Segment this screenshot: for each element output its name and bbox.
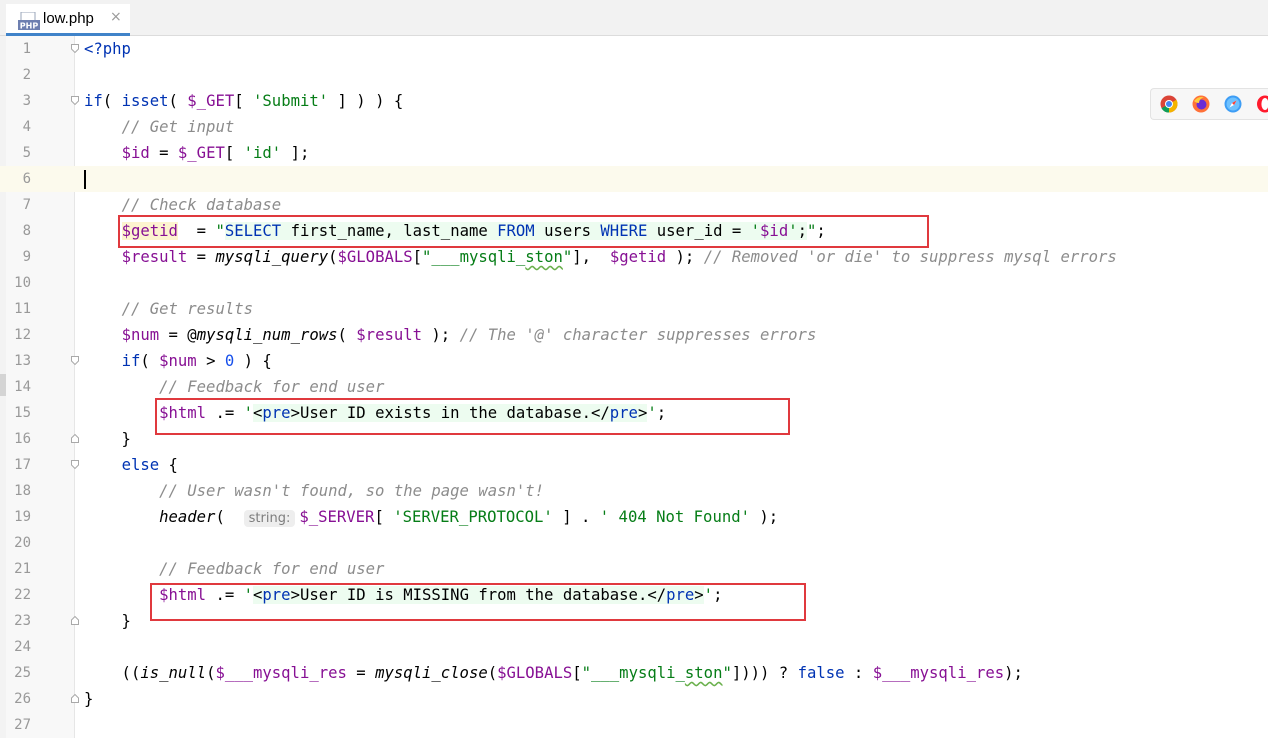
line-number: 3: [22, 93, 31, 109]
code-line: 24: [0, 634, 1268, 660]
opera-icon[interactable]: [1256, 95, 1268, 113]
line-number: 20: [14, 535, 31, 551]
fold-start-icon[interactable]: [71, 44, 79, 53]
line-number: 16: [14, 431, 31, 447]
code-line: 4 // Get input: [0, 114, 1268, 140]
code-line-current: 6: [0, 166, 1268, 192]
close-icon[interactable]: ×: [110, 9, 122, 25]
line-number: 25: [14, 665, 31, 681]
line-number: 24: [14, 639, 31, 655]
firefox-icon[interactable]: [1192, 95, 1210, 113]
line-number: 11: [14, 301, 31, 317]
fold-end-icon[interactable]: [71, 434, 79, 443]
line-number: 23: [14, 613, 31, 629]
fold-start-icon[interactable]: [71, 460, 79, 469]
line-number: 18: [14, 483, 31, 499]
line-number: 4: [22, 119, 31, 135]
line-number: 22: [14, 587, 31, 603]
fold-start-icon[interactable]: [71, 356, 79, 365]
code-line: 1 <?php: [0, 36, 1268, 62]
text-caret: [84, 170, 86, 189]
line-number: 26: [14, 691, 31, 707]
code-line: 11 // Get results: [0, 296, 1268, 322]
line-number: 1: [22, 41, 31, 57]
code-line: 26 }: [0, 686, 1268, 712]
annotation-box-exists: [155, 398, 790, 435]
code-line: 3 if( isset( $_GET[ 'Submit' ] ) ) {: [0, 88, 1268, 114]
line-number: 27: [14, 717, 31, 733]
annotation-box-missing: [150, 583, 806, 621]
line-number: 10: [14, 275, 31, 291]
php-file-icon: PHP: [18, 12, 40, 30]
line-number: 12: [14, 327, 31, 343]
code-editor[interactable]: 1 <?php 2 3 if( isset( $_GET[ 'Submit' ]…: [0, 36, 1268, 738]
tab-low-php[interactable]: PHP low.php ×: [6, 4, 130, 36]
code-line: 10: [0, 270, 1268, 296]
fold-end-icon[interactable]: [71, 616, 79, 625]
browser-preview-toolbar: [1150, 88, 1268, 120]
line-number: 9: [22, 249, 31, 265]
code-line: 13 if( $num > 0 ) {: [0, 348, 1268, 374]
svg-text:PHP: PHP: [20, 22, 39, 31]
tab-label: low.php: [43, 10, 94, 27]
line-number: 5: [22, 145, 31, 161]
line-number: 14: [14, 379, 31, 395]
code-line: 14 // Feedback for end user: [0, 374, 1268, 400]
line-number: 13: [14, 353, 31, 369]
code-line: 12 $num = @mysqli_num_rows( $result ); /…: [0, 322, 1268, 348]
parameter-hint: string:: [243, 510, 296, 527]
chrome-icon[interactable]: [1160, 95, 1178, 113]
editor-tab-bar: PHP low.php ×: [0, 0, 1268, 36]
code-line: 25 ((is_null($___mysqli_res = mysqli_clo…: [0, 660, 1268, 686]
code-line: 2: [0, 62, 1268, 88]
line-number: 19: [14, 509, 31, 525]
code-line: 5 $id = $_GET[ 'id' ];: [0, 140, 1268, 166]
line-number: 17: [14, 457, 31, 473]
fold-end-icon[interactable]: [71, 694, 79, 703]
code-line: 17 else {: [0, 452, 1268, 478]
line-number: 15: [14, 405, 31, 421]
line-number: 7: [22, 197, 31, 213]
code-line: 27: [0, 712, 1268, 738]
line-number: 2: [22, 67, 31, 83]
line-number: 21: [14, 561, 31, 577]
line-number: 8: [22, 223, 31, 239]
code-line: 20: [0, 530, 1268, 556]
safari-icon[interactable]: [1224, 95, 1242, 113]
line-number: 6: [22, 171, 31, 187]
code-line: 19 header( string: $_SERVER[ 'SERVER_PROT…: [0, 504, 1268, 530]
fold-start-icon[interactable]: [71, 96, 79, 105]
code-line: 21 // Feedback for end user: [0, 556, 1268, 582]
code-line: 18 // User wasn't found, so the page was…: [0, 478, 1268, 504]
annotation-box-query: [118, 215, 929, 248]
